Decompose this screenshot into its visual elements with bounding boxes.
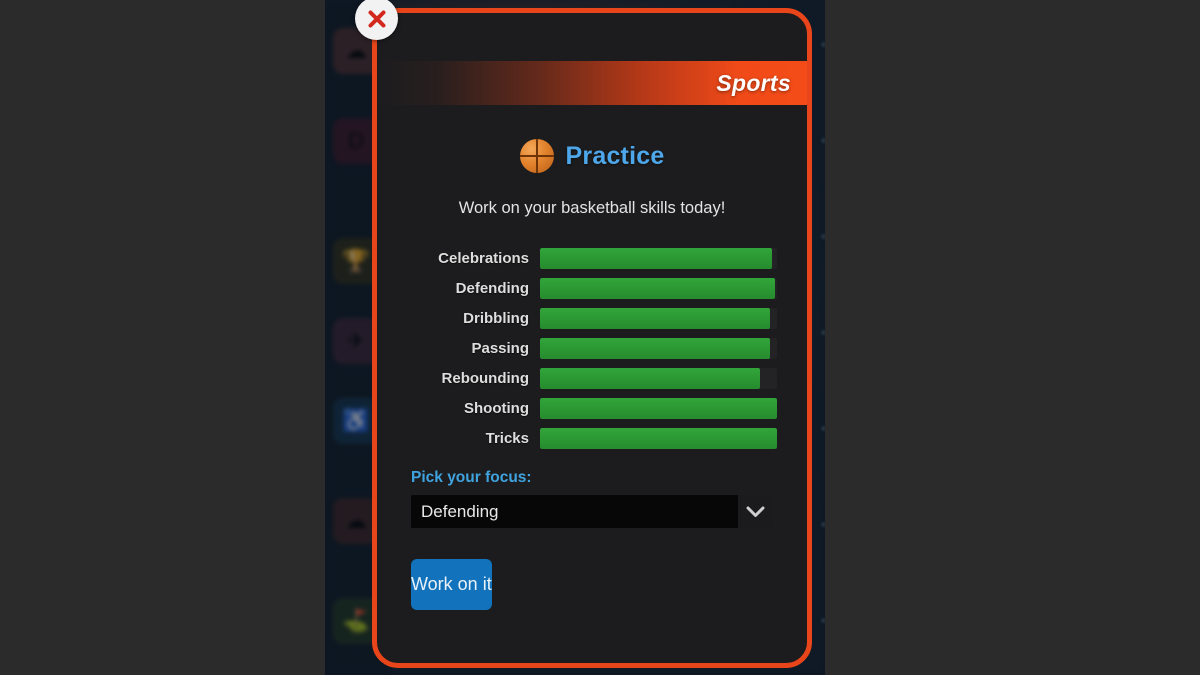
focus-label: Pick your focus: bbox=[411, 469, 532, 486]
skill-track bbox=[540, 368, 777, 389]
app-screen: ☁ D 🏆 ✈ ♿ ☁ ⛳ Sports Practice Work on your bas… bbox=[0, 0, 1200, 675]
basketball-icon bbox=[519, 139, 554, 173]
skill-track bbox=[540, 308, 777, 329]
skill-label: Dribbling bbox=[463, 310, 529, 327]
skill-fill bbox=[540, 368, 761, 389]
focus-select-value[interactable]: Defending bbox=[411, 495, 738, 528]
skill-label: Shooting bbox=[464, 400, 529, 417]
skill-fill bbox=[540, 308, 770, 329]
skill-row: Rebounding bbox=[409, 368, 777, 389]
skill-row: Celebrations bbox=[409, 248, 777, 269]
skill-fill bbox=[540, 248, 773, 269]
skill-row: Passing bbox=[409, 338, 777, 359]
skill-track bbox=[540, 338, 777, 359]
skill-row: Tricks bbox=[409, 428, 777, 449]
practice-modal: Sports Practice Work on your basketball … bbox=[372, 8, 812, 668]
skill-track bbox=[540, 398, 777, 419]
modal-title-row: Practice bbox=[377, 139, 807, 173]
skill-track bbox=[540, 278, 777, 299]
skill-bar-list: Celebrations Defending Dribbling Passing Reb… bbox=[377, 248, 807, 449]
close-icon bbox=[368, 10, 385, 27]
skill-fill bbox=[540, 338, 770, 359]
modal-banner: Sports bbox=[377, 61, 807, 105]
skill-row: Shooting bbox=[409, 398, 777, 419]
skill-label: Defending bbox=[455, 280, 529, 297]
modal-subtitle: Work on your basketball skills today! bbox=[458, 199, 726, 217]
skill-label: Passing bbox=[471, 340, 529, 357]
skill-track bbox=[540, 248, 777, 269]
banner-title: Sports bbox=[716, 69, 791, 96]
skill-fill bbox=[540, 428, 777, 449]
chevron-down-icon[interactable] bbox=[738, 495, 773, 528]
skill-fill bbox=[540, 278, 775, 299]
right-letterbox bbox=[825, 0, 1200, 675]
focus-select[interactable]: Defending bbox=[411, 495, 773, 528]
skill-row: Defending bbox=[409, 278, 777, 299]
work-on-it-button[interactable]: Work on it bbox=[411, 559, 492, 610]
skill-row: Dribbling bbox=[409, 308, 777, 329]
skill-label: Rebounding bbox=[441, 370, 529, 387]
page-title: Practice bbox=[565, 141, 665, 170]
skill-label: Tricks bbox=[485, 430, 529, 447]
skill-fill bbox=[540, 398, 777, 419]
left-letterbox bbox=[0, 0, 325, 675]
skill-track bbox=[540, 428, 777, 449]
skill-label: Celebrations bbox=[438, 250, 529, 267]
